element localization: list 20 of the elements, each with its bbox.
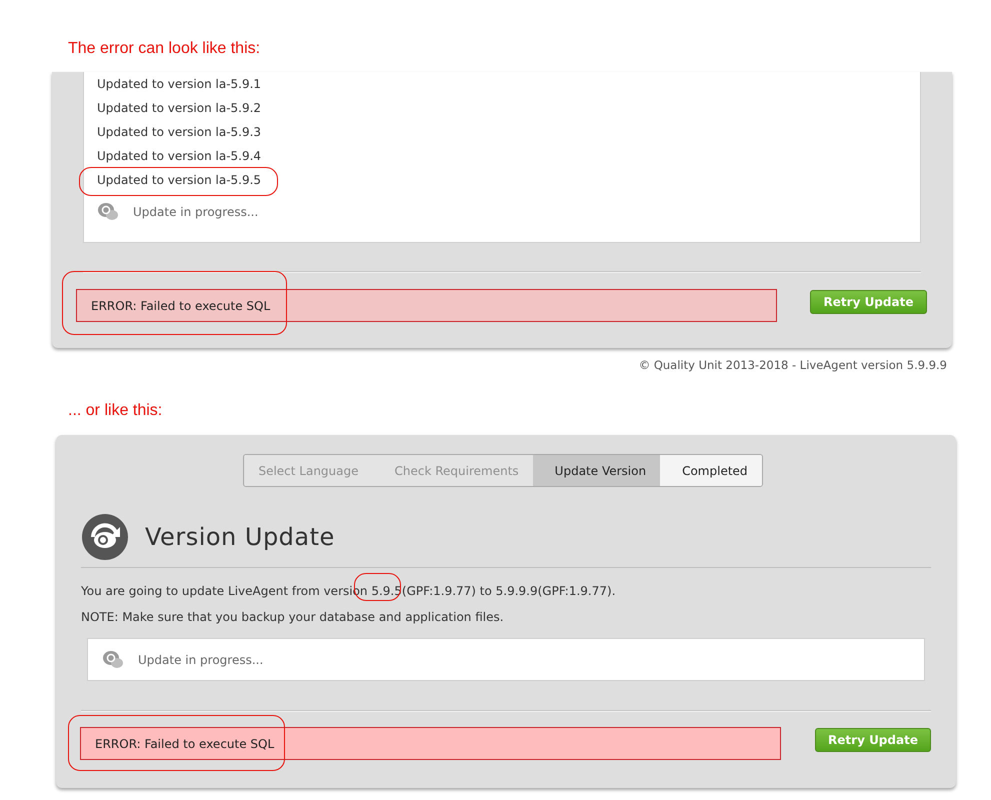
log-line: Updated to version la-5.9.1 xyxy=(97,76,262,92)
log-line: Updated to version la-5.9.3 xyxy=(97,124,262,140)
error-message: ERROR: Failed to execute SQL xyxy=(80,727,781,760)
progress-text: Update in progress... xyxy=(133,205,258,219)
chat-bubble-icon xyxy=(97,202,119,222)
page-title: Version Update xyxy=(145,523,335,551)
update-logo-icon xyxy=(81,513,129,561)
annotation-caption: The error can look like this: xyxy=(68,40,260,58)
annotation-caption: ... or like this: xyxy=(68,402,162,420)
error-message: ERROR: Failed to execute SQL xyxy=(76,289,777,322)
log-line: Updated to version la-5.9.2 xyxy=(97,100,262,116)
wizard-step: Completed xyxy=(660,455,762,486)
progress-text: Update in progress... xyxy=(138,652,264,666)
retry-update-button[interactable]: Retry Update xyxy=(815,728,931,752)
chat-bubble-icon xyxy=(102,650,124,670)
copyright-footer: © Quality Unit 2013-2018 - LiveAgent version 5.9.9.9 xyxy=(638,358,947,372)
note-text: NOTE: Make sure that you backup your database and application files. xyxy=(81,610,505,624)
log-line: Updated to version la-5.9.4 xyxy=(97,148,262,164)
log-line: Updated to version la-5.9.5 xyxy=(97,172,262,188)
retry-update-button[interactable]: Retry Update xyxy=(810,290,927,314)
